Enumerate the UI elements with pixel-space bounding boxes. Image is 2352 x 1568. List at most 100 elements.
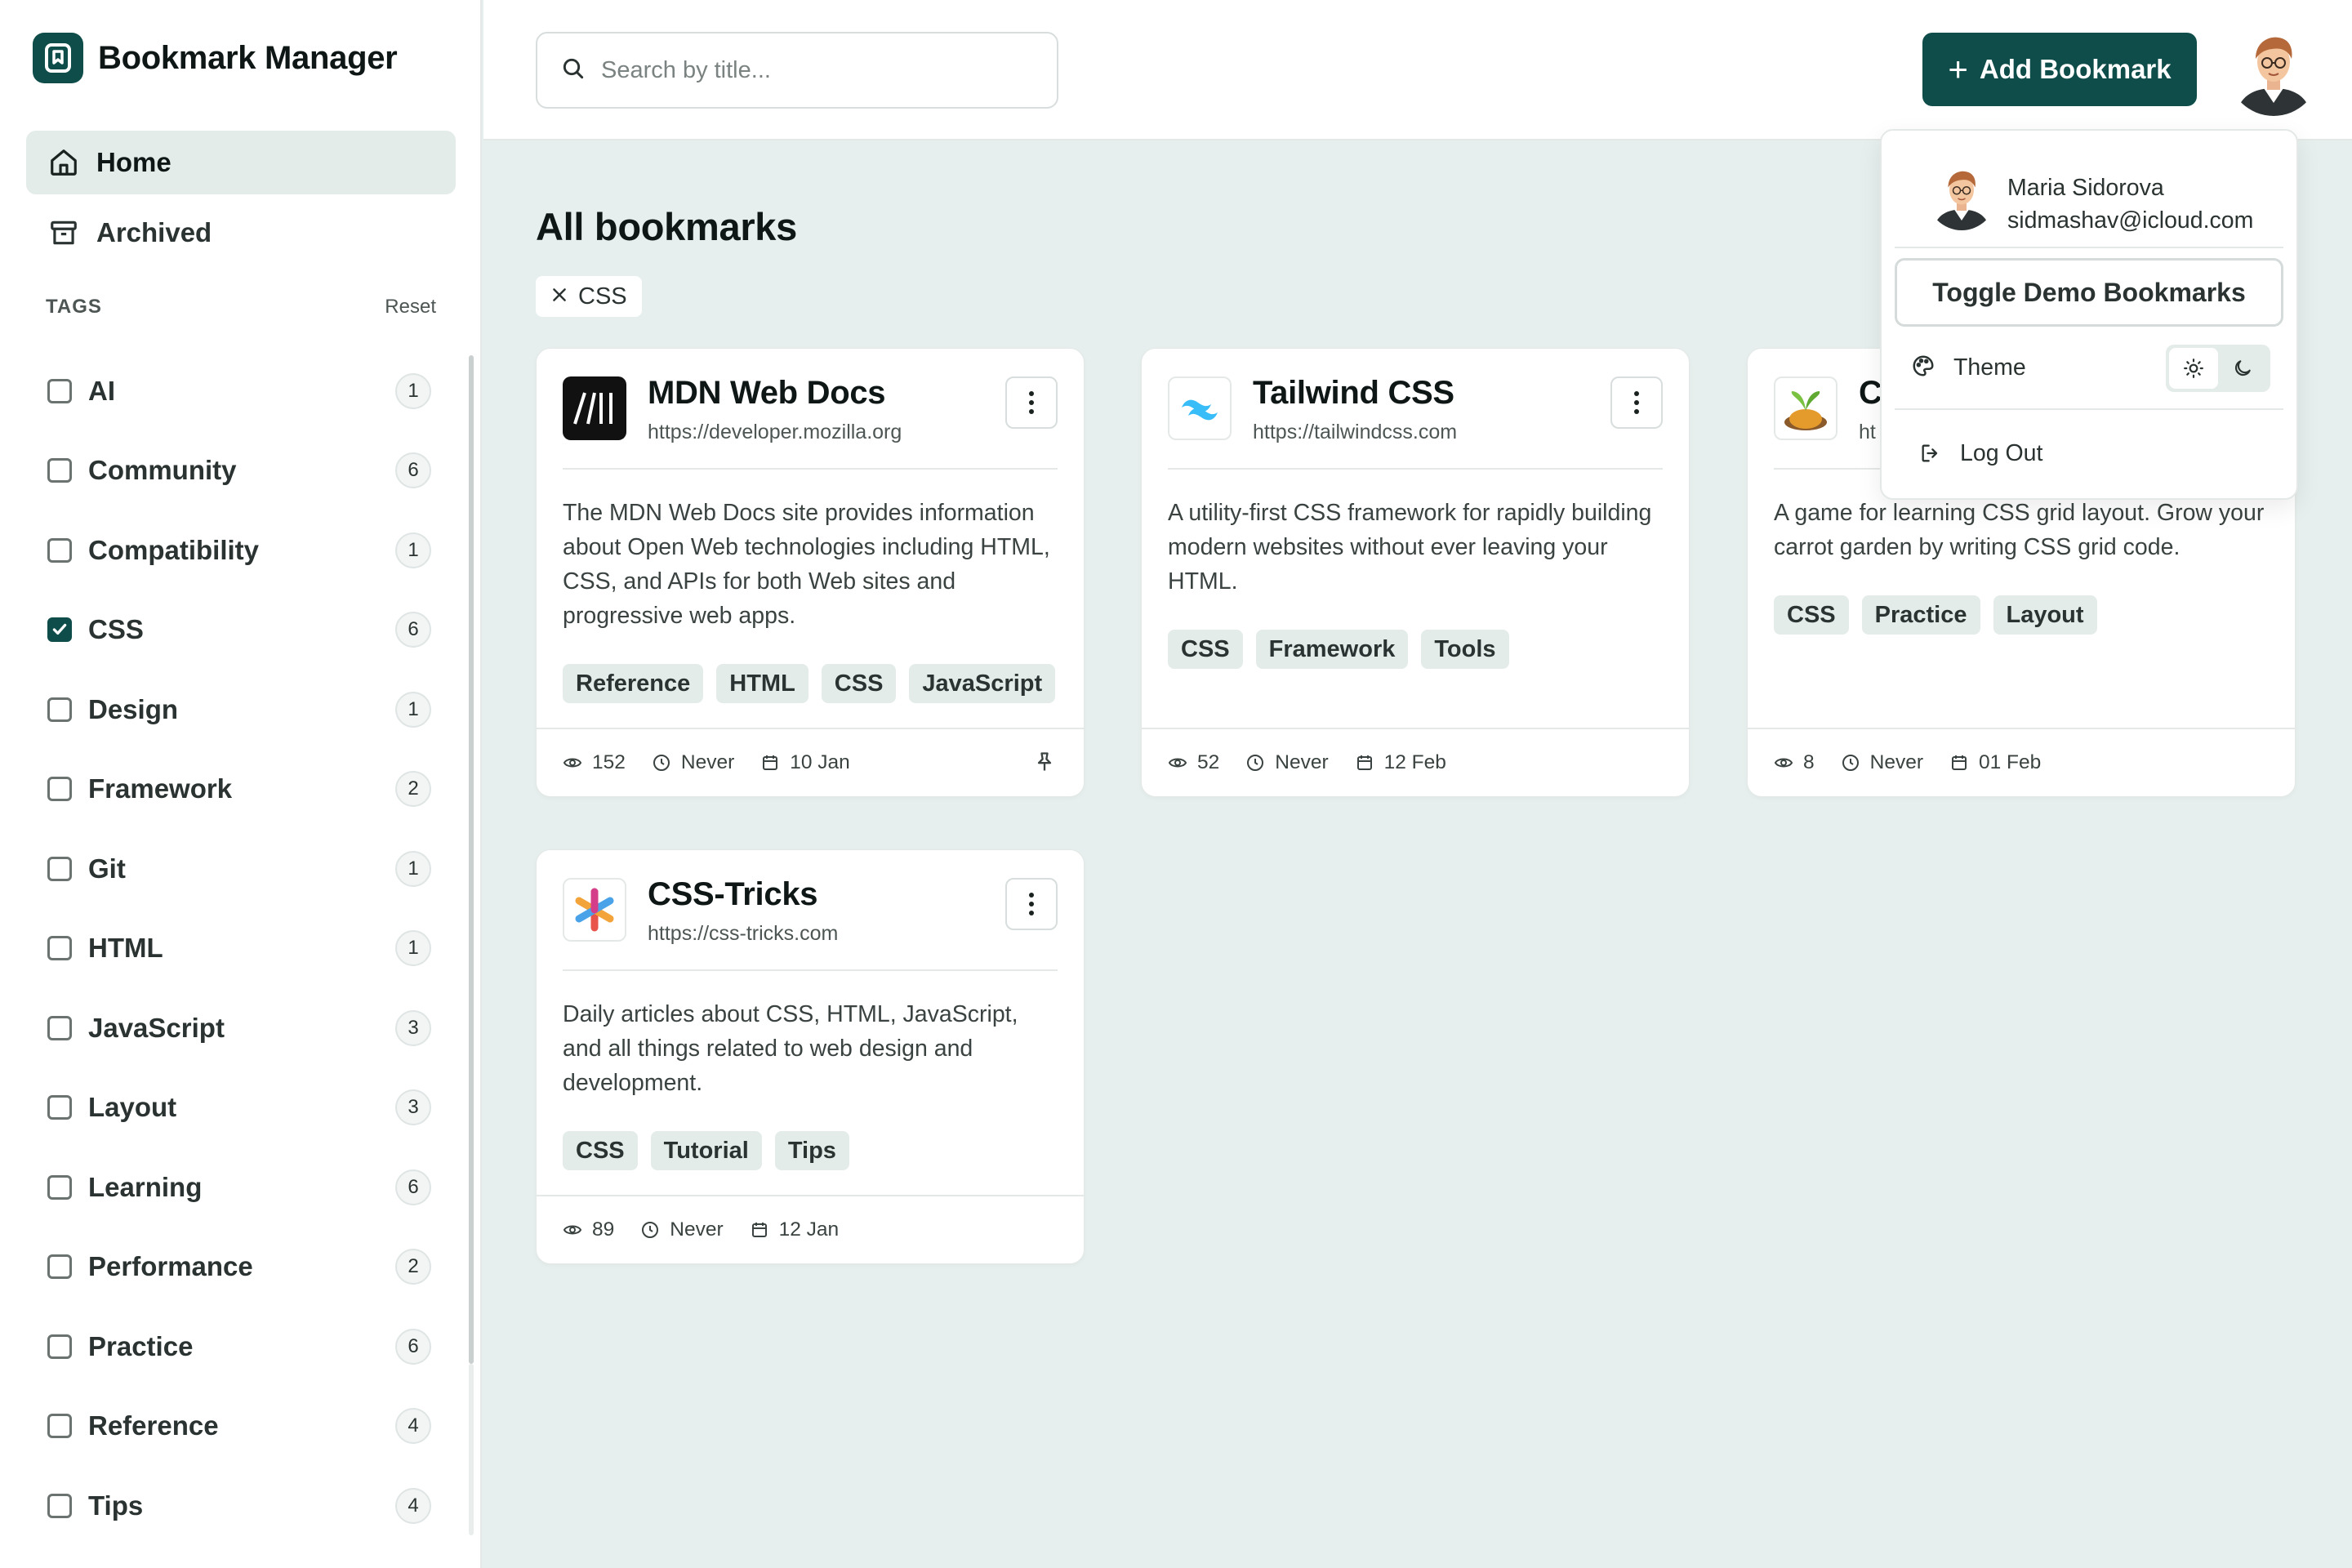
palette-icon <box>1911 354 1936 382</box>
last-visited-value: Never <box>1869 751 1923 773</box>
search-box[interactable] <box>536 32 1058 109</box>
tag-label: Practice <box>88 1330 194 1361</box>
card-title[interactable]: Tailwind CSS <box>1253 375 1454 412</box>
tag-filter-item[interactable]: AI 1 <box>47 351 431 431</box>
card-menu-button[interactable] <box>1610 376 1663 429</box>
tag-filter-item[interactable]: Git 1 <box>47 829 431 909</box>
card-url[interactable]: https://css-tricks.com <box>648 922 838 946</box>
tag-filter-item[interactable]: Framework 2 <box>47 750 431 830</box>
sidebar-scrollbar[interactable] <box>469 355 474 1364</box>
tag-chip: Tutorial <box>650 1131 762 1170</box>
tag-checkbox[interactable] <box>47 1095 72 1120</box>
tags-reset-button[interactable]: Reset <box>385 296 436 318</box>
eye-icon <box>1774 758 1793 768</box>
tag-label: AI <box>88 375 115 406</box>
card-title[interactable]: C <box>1859 375 1882 412</box>
user-avatar-button[interactable] <box>2228 24 2319 116</box>
light-theme-option[interactable] <box>2169 348 2218 389</box>
tag-filter-left: Design <box>47 694 178 725</box>
card-header: MDN Web Docs https://developer.mozilla.o… <box>563 375 1058 470</box>
user-name: Maria Sidorova <box>2007 175 2164 201</box>
active-filter-chip[interactable]: CSS <box>536 276 642 317</box>
card-menu-button[interactable] <box>1005 878 1058 930</box>
card-url[interactable]: https://tailwindcss.com <box>1253 421 1457 444</box>
tag-filter-item[interactable]: Layout 3 <box>47 1068 431 1148</box>
search-icon <box>560 56 586 86</box>
tag-filter-item[interactable]: JavaScript 3 <box>47 988 431 1068</box>
last-visited-meta: Never <box>652 751 734 774</box>
tag-checkbox[interactable] <box>47 1254 72 1280</box>
dark-theme-option[interactable] <box>2218 348 2267 389</box>
nav-item-archived[interactable]: Archived <box>26 201 456 265</box>
card-title[interactable]: MDN Web Docs <box>648 375 886 412</box>
close-icon[interactable] <box>550 283 568 310</box>
tag-checkbox[interactable] <box>47 1493 72 1518</box>
tag-label: HTML <box>88 933 163 964</box>
bookmark-card[interactable]: CSS-Tricks https://css-tricks.com Daily … <box>536 849 1085 1264</box>
tag-checkbox[interactable] <box>47 697 72 722</box>
card-title[interactable]: CSS-Tricks <box>648 876 818 913</box>
tag-checkbox[interactable] <box>47 936 72 961</box>
tag-checkbox[interactable] <box>47 1015 72 1040</box>
bookmark-card[interactable]: Tailwind CSS https://tailwindcss.com A u… <box>1141 348 1690 797</box>
tag-filter-item[interactable]: Design 1 <box>47 670 431 750</box>
tag-filter-item[interactable]: Compatibility 1 <box>47 510 431 590</box>
menu-divider <box>1895 408 2283 410</box>
views-count: 52 <box>1197 751 1220 773</box>
sidebar: Bookmark Manager Home Archived TAGS Rese… <box>0 0 482 1568</box>
tag-checkbox[interactable] <box>47 378 72 403</box>
tag-filter-item[interactable]: CSS 6 <box>47 590 431 670</box>
tag-filter-left: Framework <box>47 773 232 804</box>
tag-checkbox[interactable] <box>47 617 72 643</box>
card-url[interactable]: ht <box>1859 421 1876 444</box>
bookmark-logo-icon <box>33 33 83 83</box>
tag-filter-item[interactable]: Tips 4 <box>47 1466 431 1546</box>
card-footer: 152 Never 10 Jan <box>537 728 1084 796</box>
tag-label: Performance <box>88 1251 253 1282</box>
tag-filter-item[interactable]: Reference 4 <box>47 1387 431 1467</box>
tag-count-badge: 6 <box>395 452 431 489</box>
active-filter-label: CSS <box>578 283 627 310</box>
brand[interactable]: Bookmark Manager <box>33 33 398 83</box>
tag-count-badge: 4 <box>395 1487 431 1524</box>
tag-label: Tips <box>88 1490 144 1521</box>
nav-item-home[interactable]: Home <box>26 131 456 194</box>
tag-filter-item[interactable]: Practice 6 <box>47 1307 431 1387</box>
tag-label: Community <box>88 455 237 486</box>
tag-checkbox[interactable] <box>47 777 72 802</box>
last-visited-meta: Never <box>640 1218 724 1241</box>
tag-checkbox[interactable] <box>47 1414 72 1439</box>
sun-icon <box>2184 359 2203 378</box>
tag-checkbox[interactable] <box>47 458 72 483</box>
tag-filter-item[interactable]: Community 6 <box>47 431 431 511</box>
tag-checkbox[interactable] <box>47 856 72 881</box>
log-out-button[interactable]: Log Out <box>1919 433 2042 474</box>
search-input[interactable] <box>601 56 1026 84</box>
tag-label: Design <box>88 693 179 724</box>
card-menu-button[interactable] <box>1005 376 1058 429</box>
card-description: Daily articles about CSS, HTML, JavaScri… <box>563 1001 1018 1096</box>
add-bookmark-button[interactable]: + Add Bookmark <box>1922 33 2197 106</box>
moon-icon <box>2234 360 2251 376</box>
tag-list: AI 1 Community 6 Compatibility 1 CSS 6 Design 1 Fr… <box>47 351 431 1546</box>
tag-filter-item[interactable]: Performance 2 <box>47 1227 431 1307</box>
theme-switch[interactable] <box>2166 345 2270 392</box>
user-email: sidmashav@icloud.com <box>2007 207 2254 234</box>
tag-filter-left: Community <box>47 455 237 486</box>
tag-filter-item[interactable]: Learning 6 <box>47 1147 431 1227</box>
tag-filter-item[interactable]: HTML 1 <box>47 909 431 989</box>
tag-checkbox[interactable] <box>47 537 72 563</box>
tag-checkbox[interactable] <box>47 1334 72 1359</box>
tag-filter-left: Learning <box>47 1172 202 1203</box>
pin-icon[interactable] <box>1033 751 1056 779</box>
last-visited-value: Never <box>1275 751 1329 773</box>
last-visited-value: Never <box>670 1218 724 1241</box>
tag-filter-left: CSS <box>47 614 144 645</box>
added-date-value: 10 Jan <box>790 751 850 773</box>
tag-chip: Layout <box>1993 595 2097 635</box>
toggle-demo-bookmarks-button[interactable]: Toggle Demo Bookmarks <box>1895 258 2283 327</box>
card-url[interactable]: https://developer.mozilla.org <box>648 421 902 444</box>
bookmark-card[interactable]: MDN Web Docs https://developer.mozilla.o… <box>536 348 1085 797</box>
tag-checkbox[interactable] <box>47 1174 72 1200</box>
card-description: A utility-first CSS framework for rapidl… <box>1168 500 1652 595</box>
